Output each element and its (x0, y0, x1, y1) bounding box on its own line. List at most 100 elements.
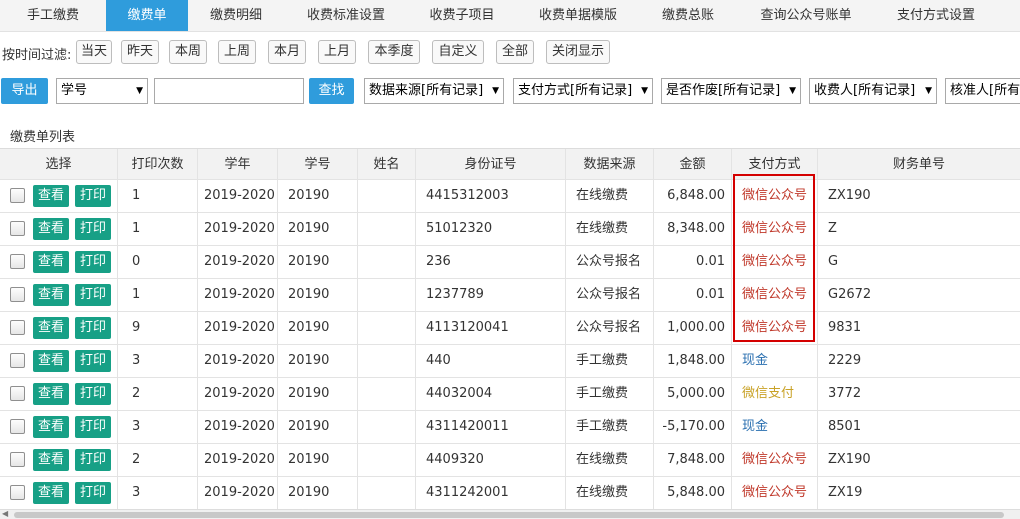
header-id-no[interactable]: 身份证号 (416, 149, 566, 179)
filter-this-quarter-button[interactable]: 本季度 (368, 40, 420, 64)
filter-yesterday-button[interactable]: 昨天 (121, 40, 159, 64)
view-button[interactable]: 查看 (33, 185, 69, 207)
row-checkbox[interactable] (10, 320, 25, 335)
view-button[interactable]: 查看 (33, 284, 69, 306)
select-cell: 查看 打印 (0, 279, 118, 311)
table-row[interactable]: 查看 打印 1 2019-2020 20190 4415312003 在线缴费 6,848.0… (0, 180, 1020, 213)
print-button[interactable]: 打印 (75, 284, 111, 306)
print-count-cell: 1 (118, 180, 198, 212)
filter-all-button[interactable]: 全部 (496, 40, 534, 64)
row-checkbox[interactable] (10, 386, 25, 401)
table-row[interactable]: 查看 打印 0 2019-2020 20190 236 公众号报名 0.01 微信公众号 G (0, 246, 1020, 279)
id-no-cell: 4113120041 (416, 312, 566, 344)
view-button[interactable]: 查看 (33, 317, 69, 339)
scroll-left-icon[interactable]: ◀ (2, 509, 8, 518)
tab-fee-standard[interactable]: 收费标准设置 (284, 0, 408, 31)
view-button[interactable]: 查看 (33, 449, 69, 471)
filter-today-button[interactable]: 当天 (76, 40, 112, 64)
amount-cell: 0.01 (654, 279, 732, 311)
id-no-cell: 4415312003 (416, 180, 566, 212)
print-button[interactable]: 打印 (75, 449, 111, 471)
table-row[interactable]: 查看 打印 3 2019-2020 20190 4311420011 手工缴费 -5,170.… (0, 411, 1020, 444)
search-button[interactable]: 查找 (309, 78, 354, 104)
pay-method-select[interactable]: 支付方式[所有记录] ▼ (513, 78, 653, 104)
chevron-down-icon: ▼ (492, 86, 499, 96)
header-source[interactable]: 数据来源 (566, 149, 654, 179)
table-row[interactable]: 查看 打印 9 2019-2020 20190 4113120041 公众号报名 1,000.… (0, 312, 1020, 345)
horizontal-scrollbar[interactable]: ◀ (0, 509, 1020, 519)
amount-cell: -5,170.00 (654, 411, 732, 443)
print-button[interactable]: 打印 (75, 317, 111, 339)
row-checkbox[interactable] (10, 419, 25, 434)
view-button[interactable]: 查看 (33, 218, 69, 240)
header-year[interactable]: 学年 (198, 149, 278, 179)
payee-select[interactable]: 收费人[所有记录] ▼ (809, 78, 937, 104)
chevron-down-icon: ▼ (925, 86, 932, 96)
header-pay-method[interactable]: 支付方式 (732, 149, 818, 179)
tab-payment-method[interactable]: 支付方式设置 (876, 0, 996, 31)
view-button[interactable]: 查看 (33, 416, 69, 438)
row-checkbox[interactable] (10, 353, 25, 368)
print-button[interactable]: 打印 (75, 350, 111, 372)
view-button[interactable]: 查看 (33, 383, 69, 405)
data-source-select[interactable]: 数据来源[所有记录] ▼ (364, 78, 504, 104)
print-count-cell: 3 (118, 345, 198, 377)
filter-this-month-button[interactable]: 本月 (268, 40, 306, 64)
print-button[interactable]: 打印 (75, 218, 111, 240)
filter-last-month-button[interactable]: 上月 (318, 40, 356, 64)
id-no-cell: 4311242001 (416, 477, 566, 509)
tab-payment-slip[interactable]: 缴费单 (106, 0, 188, 31)
search-input[interactable] (154, 78, 304, 104)
header-amount[interactable]: 金额 (654, 149, 732, 179)
approver-select[interactable]: 核准人[所有 (945, 78, 1020, 104)
table-row[interactable]: 查看 打印 1 2019-2020 20190 1237789 公众号报名 0.01 微信公众号… (0, 279, 1020, 312)
export-button[interactable]: 导出 (1, 78, 48, 104)
tab-payment-detail[interactable]: 缴费明细 (188, 0, 284, 31)
tab-official-account-bill[interactable]: 查询公众号账单 (736, 0, 876, 31)
row-checkbox[interactable] (10, 452, 25, 467)
header-finance-no[interactable]: 财务单号 (818, 149, 1020, 179)
print-button[interactable]: 打印 (75, 416, 111, 438)
row-checkbox[interactable] (10, 287, 25, 302)
print-button[interactable]: 打印 (75, 482, 111, 504)
filter-custom-button[interactable]: 自定义 (432, 40, 484, 64)
tab-fee-subitem[interactable]: 收费子项目 (408, 0, 516, 31)
pay-method-cell: 微信公众号 (732, 180, 818, 212)
student-no-cell: 20190 (278, 378, 358, 410)
table-row[interactable]: 查看 打印 2 2019-2020 20190 44032004 手工缴费 5,000.00 微… (0, 378, 1020, 411)
print-button[interactable]: 打印 (75, 251, 111, 273)
filter-this-week-button[interactable]: 本周 (169, 40, 207, 64)
row-checkbox[interactable] (10, 485, 25, 500)
pay-method-cell: 微信公众号 (732, 213, 818, 245)
filter-close-button[interactable]: 关闭显示 (546, 40, 610, 64)
table-row[interactable]: 查看 打印 1 2019-2020 20190 51012320 在线缴费 8,348.00 微… (0, 213, 1020, 246)
name-cell (358, 378, 416, 410)
table-row[interactable]: 查看 打印 2 2019-2020 20190 4409320 在线缴费 7,848.00 微信… (0, 444, 1020, 477)
view-button[interactable]: 查看 (33, 482, 69, 504)
tab-receipt-template[interactable]: 收费单据模版 (516, 0, 640, 31)
row-checkbox[interactable] (10, 188, 25, 203)
table-row[interactable]: 查看 打印 3 2019-2020 20190 440 手工缴费 1,848.00 现金 2229 (0, 345, 1020, 378)
header-print-count[interactable]: 打印次数 (118, 149, 198, 179)
row-checkbox[interactable] (10, 254, 25, 269)
filter-last-week-button[interactable]: 上周 (218, 40, 256, 64)
header-name[interactable]: 姓名 (358, 149, 416, 179)
chevron-down-icon: ▼ (641, 86, 648, 96)
header-student-no[interactable]: 学号 (278, 149, 358, 179)
voided-select[interactable]: 是否作废[所有记录] ▼ (661, 78, 801, 104)
tab-manual-payment[interactable]: 手工缴费 (0, 0, 106, 31)
row-checkbox[interactable] (10, 221, 25, 236)
finance-no-cell: ZX190 (828, 188, 871, 203)
finance-no-cell: 9831 (828, 320, 862, 335)
view-button[interactable]: 查看 (33, 350, 69, 372)
tab-ledger[interactable]: 缴费总账 (640, 0, 736, 31)
amount-cell: 5,000.00 (654, 378, 732, 410)
print-button[interactable]: 打印 (75, 185, 111, 207)
chevron-down-icon: ▼ (136, 86, 143, 96)
search-field-select[interactable]: 学号 ▼ (56, 78, 148, 104)
scrollbar-thumb[interactable] (14, 512, 1004, 518)
table-row[interactable]: 查看 打印 3 2019-2020 20190 4311242001 在线缴费 5,848.0… (0, 477, 1020, 510)
list-title: 缴费单列表 (10, 130, 76, 145)
view-button[interactable]: 查看 (33, 251, 69, 273)
print-button[interactable]: 打印 (75, 383, 111, 405)
